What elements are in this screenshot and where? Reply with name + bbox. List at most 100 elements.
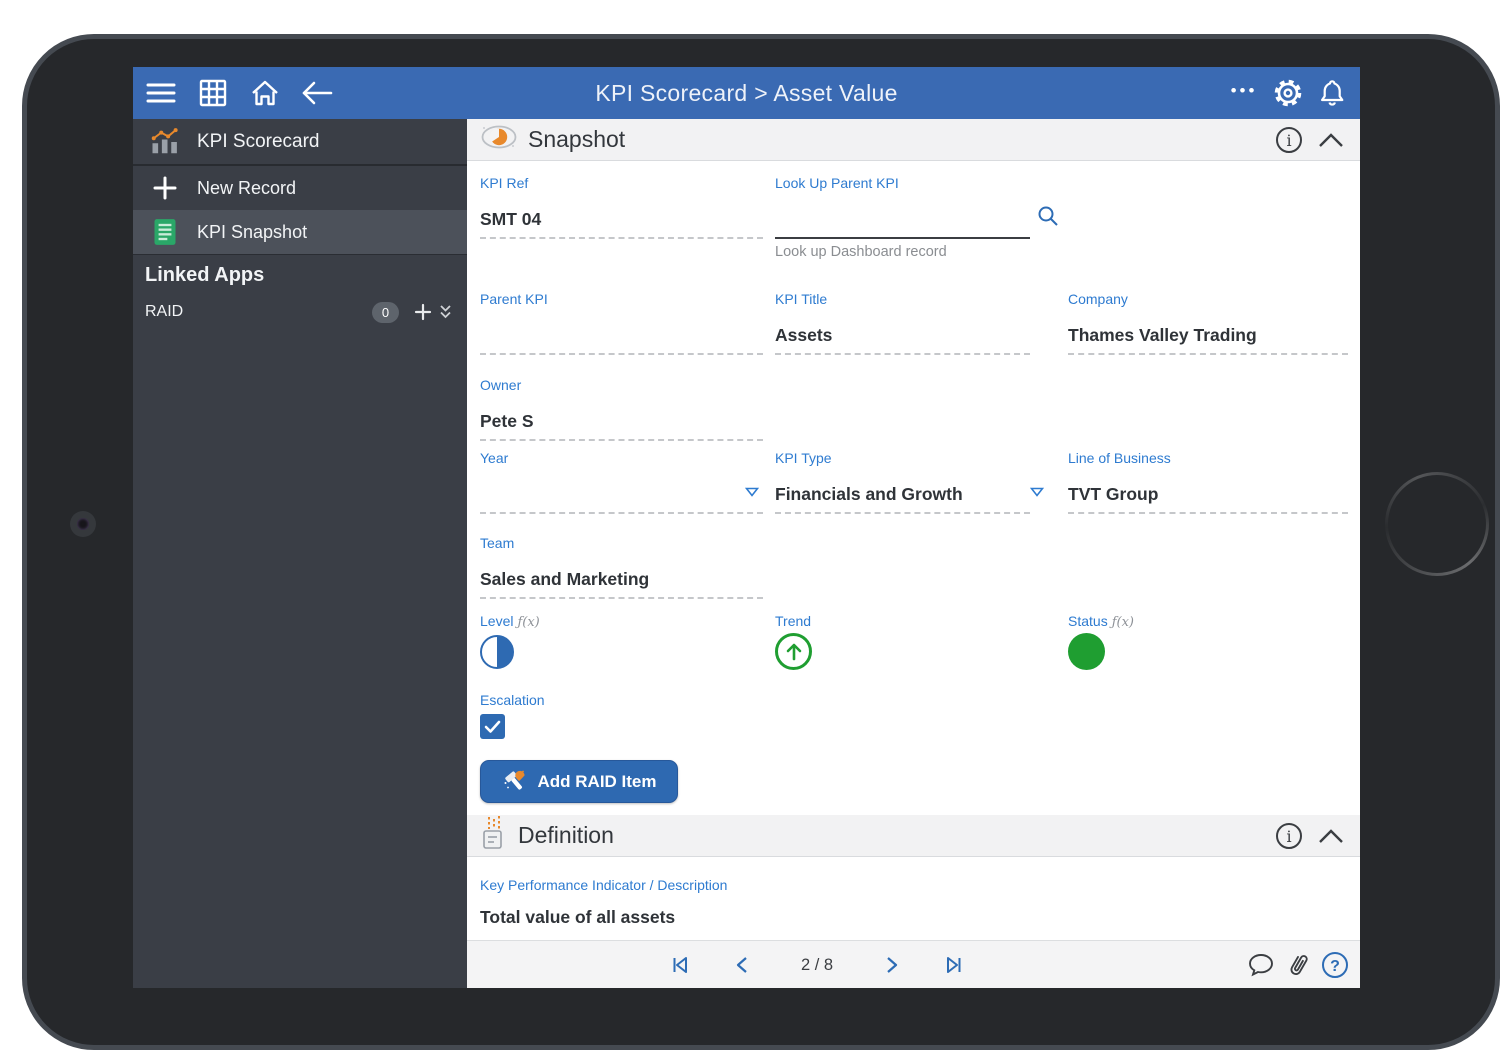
field-kpi-ref[interactable]: KPI Ref SMT 04 [480, 175, 763, 239]
more-options-icon[interactable]: ••• [1226, 75, 1262, 111]
linked-apps-header: Linked Apps [133, 254, 467, 296]
escalation-checkbox[interactable] [480, 714, 505, 739]
field-label: Company [1068, 291, 1128, 307]
field-status: Statusƒ(x) [1068, 613, 1348, 675]
field-team[interactable]: Team Sales and Marketing [480, 535, 763, 599]
gear-icon[interactable] [1270, 75, 1306, 111]
field-label: Owner [480, 377, 521, 393]
linked-app-label: RAID [145, 303, 183, 321]
last-record-icon[interactable] [941, 952, 967, 978]
definition-section-header: Definition i [467, 815, 1360, 857]
field-value: Thames Valley Trading [1068, 325, 1257, 346]
home-icon[interactable] [247, 75, 283, 111]
fx-badge: ƒ(x) [1112, 615, 1134, 630]
field-value: Assets [775, 325, 832, 346]
snapshot-section-header: Snapshot i [467, 119, 1360, 161]
green-document-icon [148, 217, 182, 247]
first-record-icon[interactable] [667, 952, 693, 978]
sidebar: KPI Scorecard New Record KPI Snapshot Li… [133, 119, 467, 988]
app-grid-icon[interactable] [195, 75, 231, 111]
sidebar-item-label: New Record [197, 178, 296, 199]
field-label: Look Up Parent KPI [775, 175, 899, 191]
field-label: Key Performance Indicator / Description [480, 877, 727, 893]
sidebar-app-title-label: KPI Scorecard [197, 131, 320, 153]
field-trend: Trend [775, 613, 1030, 675]
add-raid-item-label: Add RAID Item [538, 772, 657, 792]
record-form: Snapshot i KPI Ref SMT 04 Look Up Parent… [467, 119, 1360, 988]
sidebar-app-title[interactable]: KPI Scorecard [133, 119, 467, 166]
comments-icon[interactable] [1246, 950, 1276, 980]
field-value: Pete S [480, 411, 534, 432]
field-label: Line of Business [1068, 450, 1171, 466]
add-raid-item-button[interactable]: Add RAID Item [480, 760, 678, 803]
field-value: Total value of all assets [480, 907, 675, 928]
field-value: Financials and Growth [775, 484, 963, 505]
field-label: KPI Type [775, 450, 832, 466]
chevron-down-icon[interactable] [1030, 484, 1044, 502]
field-year-dropdown[interactable]: Year [480, 450, 763, 514]
field-parent-kpi[interactable]: Parent KPI [480, 291, 763, 355]
svg-text:i: i [1286, 131, 1291, 150]
help-icon[interactable]: ? [1320, 950, 1350, 980]
field-label: KPI Ref [480, 175, 528, 191]
field-kpi-title[interactable]: KPI Title Assets [775, 291, 1030, 355]
definition-doc-icon [482, 816, 508, 855]
fx-badge: ƒ(x) [517, 615, 539, 630]
next-record-icon[interactable] [879, 952, 905, 978]
field-label: Statusƒ(x) [1068, 613, 1134, 630]
section-title: Definition [518, 822, 614, 849]
plus-icon [148, 173, 182, 203]
field-level: Levelƒ(x) [480, 613, 763, 675]
svg-text:i: i [1286, 827, 1291, 846]
field-lookup-parent-kpi[interactable]: Look Up Parent KPI Look up Dashboard rec… [775, 175, 1030, 239]
section-title: Snapshot [528, 126, 625, 153]
lookup-hint-text: Look up Dashboard record [775, 244, 947, 260]
back-arrow-icon[interactable] [299, 75, 335, 111]
field-label: KPI Title [775, 291, 827, 307]
tools-icon [502, 769, 528, 795]
raid-count-badge: 0 [372, 302, 399, 323]
field-label: Parent KPI [480, 291, 548, 307]
record-pager: 2 / 8 ? [467, 940, 1360, 988]
field-label: Escalation [480, 692, 545, 708]
field-line-of-business[interactable]: Line of Business TVT Group [1068, 450, 1348, 514]
raid-expand-chevrons-icon[interactable] [435, 300, 455, 324]
field-label: Team [480, 535, 514, 551]
level-half-circle-icon [480, 635, 514, 669]
raid-add-icon[interactable] [411, 300, 435, 324]
collapse-chevron-icon[interactable] [1316, 125, 1346, 155]
page-indicator: 2 / 8 [791, 956, 843, 975]
field-kpi-type-dropdown[interactable]: KPI Type Financials and Growth [775, 450, 1030, 514]
field-value: Sales and Marketing [480, 569, 649, 590]
info-icon[interactable]: i [1274, 125, 1304, 155]
info-icon[interactable]: i [1274, 821, 1304, 851]
linked-app-raid[interactable]: RAID 0 [133, 296, 467, 328]
field-company[interactable]: Company Thames Valley Trading [1068, 291, 1348, 355]
app-bar: KPI Scorecard > Asset Value ••• [133, 67, 1360, 119]
sidebar-item-new-record[interactable]: New Record [133, 166, 467, 210]
trend-up-arrow-icon [775, 633, 812, 670]
app-screen: KPI Scorecard > Asset Value ••• [133, 67, 1360, 988]
tablet-home-button [1385, 472, 1489, 576]
attachment-paperclip-icon[interactable] [1283, 950, 1313, 980]
field-owner[interactable]: Owner Pete S [480, 377, 763, 441]
svg-text:?: ? [1330, 958, 1340, 975]
field-label: Trend [775, 613, 811, 629]
field-label: Year [480, 450, 508, 466]
sidebar-item-kpi-snapshot[interactable]: KPI Snapshot [133, 210, 467, 254]
previous-record-icon[interactable] [729, 952, 755, 978]
field-label: Levelƒ(x) [480, 613, 540, 630]
kpi-scorecard-chart-icon [148, 127, 182, 157]
snapshot-eye-icon [480, 121, 518, 158]
hamburger-menu-icon[interactable] [143, 75, 179, 111]
notifications-bell-icon[interactable] [1314, 75, 1350, 111]
field-escalation: Escalation [480, 692, 763, 748]
status-green-circle-icon [1068, 633, 1105, 670]
stage: KPI Scorecard > Asset Value ••• [0, 0, 1500, 1050]
chevron-down-icon[interactable] [745, 484, 759, 502]
field-value: SMT 04 [480, 209, 541, 230]
field-kpi-description[interactable]: Key Performance Indicator / Description … [480, 877, 1180, 935]
collapse-chevron-icon[interactable] [1316, 821, 1346, 851]
search-icon[interactable] [1036, 204, 1060, 233]
tablet-camera [70, 511, 96, 537]
